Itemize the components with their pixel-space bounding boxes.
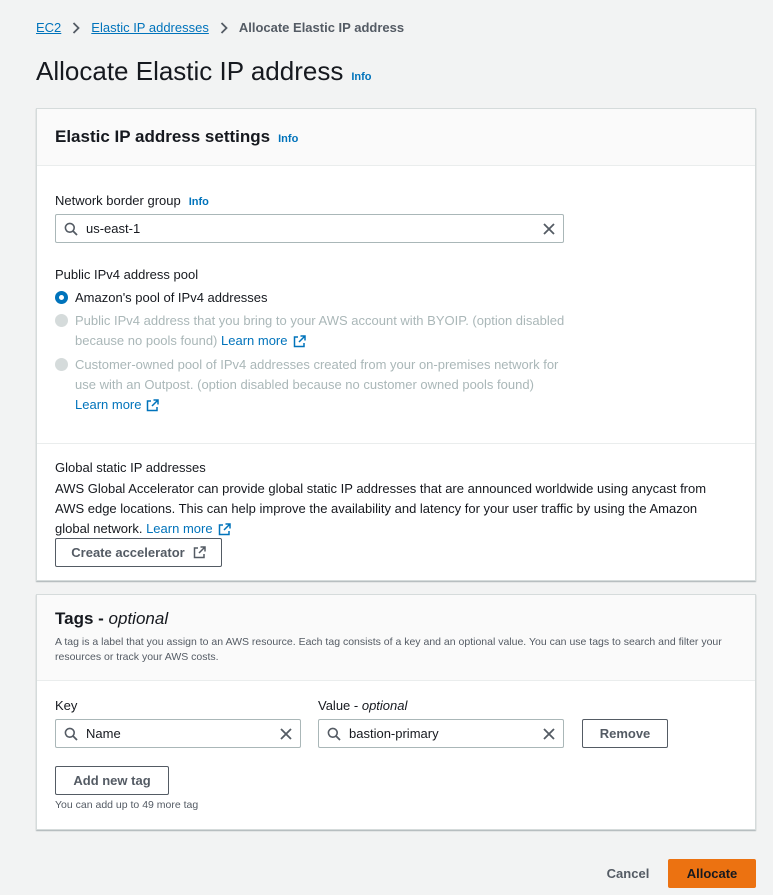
tag-key-input[interactable]: Name	[55, 719, 301, 748]
create-accelerator-label: Create accelerator	[71, 545, 185, 560]
page-title-text: Allocate Elastic IP address	[36, 56, 344, 86]
tags-panel: Tags - optional A tag is a label that yo…	[36, 594, 756, 830]
radio-selected-icon[interactable]	[55, 291, 68, 304]
search-icon	[327, 727, 341, 741]
search-icon	[64, 727, 78, 741]
tag-value-label: Value - optional	[318, 698, 407, 713]
tag-value-value: bastion-primary	[349, 726, 439, 741]
tag-value-input[interactable]: bastion-primary	[318, 719, 564, 748]
settings-info-link[interactable]: Info	[278, 133, 298, 145]
tags-title-text: Tags -	[55, 609, 104, 628]
network-border-group-info-link[interactable]: Info	[189, 196, 209, 208]
external-link-icon	[218, 522, 231, 536]
global-accelerator-learn-more-text: Learn more	[146, 521, 213, 536]
clear-icon[interactable]	[543, 727, 555, 740]
page-title: Allocate Elastic IP address Info	[36, 56, 372, 87]
radio-disabled-icon	[55, 358, 68, 371]
page-info-link[interactable]: Info	[351, 71, 371, 83]
radio-amazon-pool-label: Amazon's pool of IPv4 addresses	[75, 290, 268, 305]
radio-customer-owned-pool: Customer-owned pool of IPv4 addresses cr…	[55, 355, 565, 415]
global-static-ip-description: AWS Global Accelerator can provide globa…	[55, 479, 735, 539]
tag-value-label-text: Value -	[318, 698, 362, 713]
byoip-learn-more-text: Learn more	[221, 333, 288, 348]
network-border-group-label-text: Network border group	[55, 193, 181, 208]
settings-panel-title: Elastic IP address settings Info	[55, 127, 298, 147]
allocate-button[interactable]: Allocate	[668, 859, 756, 888]
network-border-group-input[interactable]: us-east-1	[55, 214, 564, 243]
clear-icon[interactable]	[280, 727, 292, 740]
breadcrumb: EC2 Elastic IP addresses Allocate Elasti…	[36, 20, 404, 35]
tags-limit-hint: You can add up to 49 more tag	[55, 799, 199, 811]
section-divider	[37, 443, 755, 444]
breadcrumb-ec2[interactable]: EC2	[36, 20, 61, 35]
tag-key-label: Key	[55, 698, 78, 713]
add-new-tag-button[interactable]: Add new tag	[55, 766, 169, 795]
external-link-icon	[293, 334, 306, 348]
ipv4-pool-label: Public IPv4 address pool	[55, 267, 199, 282]
tag-key-value: Name	[86, 726, 121, 741]
customer-owned-learn-more-text: Learn more	[75, 397, 142, 412]
elastic-ip-settings-panel: Elastic IP address settings Info Network…	[36, 108, 756, 581]
breadcrumb-current: Allocate Elastic IP address	[238, 20, 405, 35]
breadcrumb-elastic-ips[interactable]: Elastic IP addresses	[91, 20, 209, 35]
global-accelerator-learn-more-link[interactable]: Learn more	[146, 519, 231, 539]
search-icon	[64, 222, 78, 236]
tags-title-optional: optional	[108, 609, 169, 628]
radio-byoip-pool-label: Public IPv4 address that you bring to yo…	[75, 311, 565, 351]
chevron-right-icon	[220, 21, 228, 34]
network-border-group-value: us-east-1	[86, 221, 141, 236]
cancel-button[interactable]: Cancel	[600, 859, 656, 888]
tags-panel-header: Tags - optional A tag is a label that yo…	[37, 595, 755, 681]
create-accelerator-button[interactable]: Create accelerator	[55, 538, 222, 567]
tags-panel-title: Tags - optional	[55, 609, 737, 629]
tag-value-label-optional: optional	[361, 698, 408, 713]
global-static-ip-title: Global static IP addresses	[55, 460, 206, 475]
radio-disabled-icon	[55, 314, 68, 327]
chevron-right-icon	[72, 21, 81, 34]
tags-description: A tag is a label that you assign to an A…	[55, 636, 722, 663]
radio-amazon-pool[interactable]: Amazon's pool of IPv4 addresses	[55, 288, 565, 308]
radio-byoip-pool: Public IPv4 address that you bring to yo…	[55, 311, 565, 351]
byoip-learn-more-link[interactable]: Learn more	[221, 331, 306, 351]
radio-customer-owned-pool-text: Customer-owned pool of IPv4 addresses cr…	[75, 357, 559, 392]
radio-byoip-pool-text: Public IPv4 address that you bring to yo…	[75, 313, 565, 348]
customer-owned-learn-more-link[interactable]: Learn more	[75, 395, 160, 415]
external-link-icon	[146, 398, 160, 412]
settings-panel-header: Elastic IP address settings Info	[37, 109, 755, 166]
external-link-icon	[193, 546, 206, 559]
radio-customer-owned-pool-label: Customer-owned pool of IPv4 addresses cr…	[75, 355, 565, 415]
settings-panel-title-text: Elastic IP address settings	[55, 127, 271, 146]
remove-tag-button[interactable]: Remove	[582, 719, 668, 748]
network-border-group-label: Network border group Info	[55, 193, 209, 208]
clear-icon[interactable]	[543, 222, 555, 235]
